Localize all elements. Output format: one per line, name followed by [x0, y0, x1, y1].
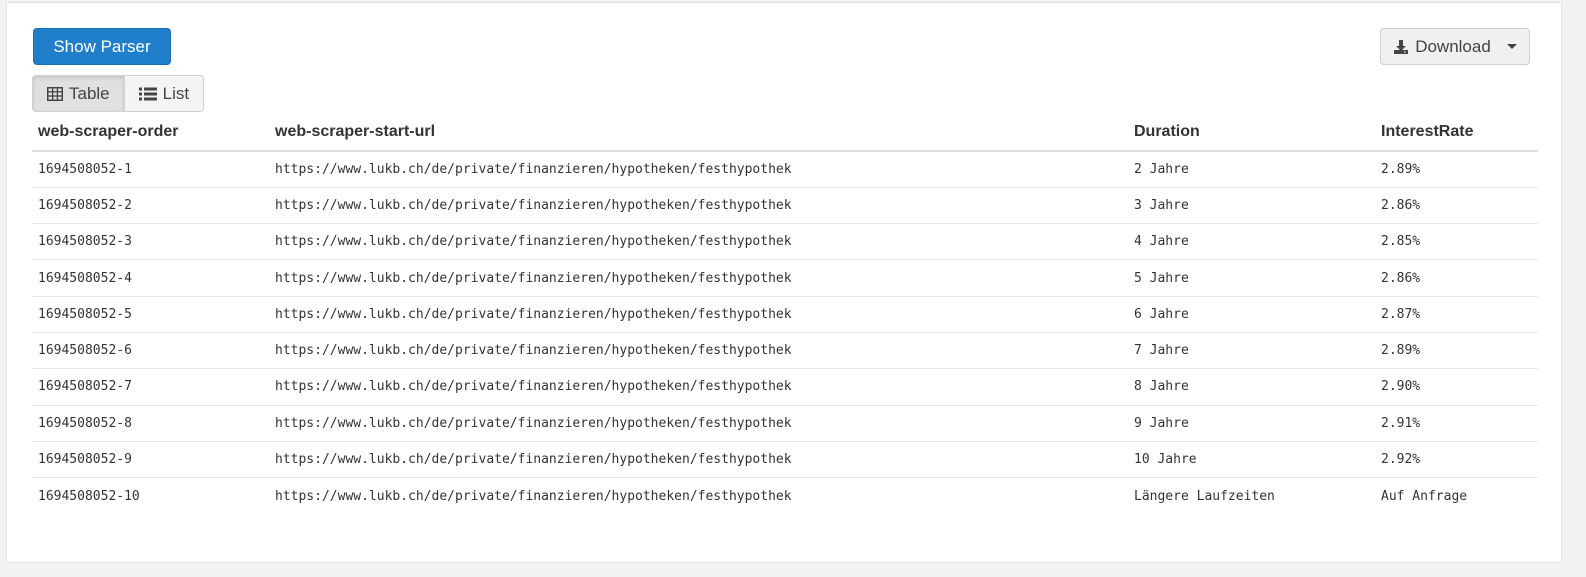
cell-duration: 4 Jahre	[1128, 223, 1375, 261]
table-row: 1694508052-9 https://www.lukb.ch/de/priv…	[32, 441, 1538, 479]
cell-interest-rate: 2.87%	[1375, 296, 1538, 333]
cell-duration: Längere Laufzeiten	[1134, 488, 1275, 504]
view-toggle-group: Table List	[32, 75, 205, 112]
table-row: 1694508052-3 https://www.lukb.ch/de/priv…	[32, 223, 1538, 261]
cell-start-url: https://www.lukb.ch/de/private/finanzier…	[269, 187, 1128, 225]
download-icon	[1393, 39, 1409, 55]
results-panel: Show Parser Download Table List web-scra…	[6, 2, 1562, 563]
cell-duration: 5 Jahre	[1128, 259, 1375, 297]
cell-order: 1694508052-3	[32, 223, 269, 261]
cell-start-url: https://www.lukb.ch/de/private/finanzier…	[269, 223, 1128, 261]
cell-duration: 10 Jahre	[1128, 441, 1375, 479]
cell-interest-rate: 2.86%	[1375, 259, 1538, 297]
cell-start-url: https://www.lukb.ch/de/private/finanzier…	[269, 296, 1128, 333]
cell-start-url: https://www.lukb.ch/de/private/finanzier…	[269, 405, 1128, 442]
cell-start-url: https://www.lukb.ch/de/private/finanzier…	[269, 151, 1128, 188]
cell-order: 1694508052-10	[38, 488, 140, 504]
cell-duration: 3 Jahre	[1128, 187, 1375, 225]
table-row: 1694508052-10 https://www.lukb.ch/de/pri…	[32, 478, 1538, 514]
column-header-start-url[interactable]: web-scraper-start-url	[269, 113, 1128, 152]
cell-order: 1694508052-4	[32, 259, 269, 297]
show-parser-button[interactable]: Show Parser	[33, 28, 171, 65]
cell-order: 1694508052-7	[32, 368, 269, 406]
cell-order: 1694508052-1	[32, 151, 269, 188]
cell-start-url: https://www.lukb.ch/de/private/finanzier…	[269, 368, 1128, 406]
table-icon	[47, 86, 63, 101]
cell-interest-rate: 2.90%	[1375, 368, 1538, 406]
cell-interest-rate: 2.92%	[1375, 441, 1538, 479]
download-button[interactable]: Download	[1380, 28, 1530, 65]
cell-order: 1694508052-2	[32, 187, 269, 225]
table-row: 1694508052-1 https://www.lukb.ch/de/priv…	[32, 151, 1538, 188]
cell-interest-rate: 2.89%	[1375, 151, 1538, 188]
cell-order: 1694508052-8	[32, 405, 269, 442]
cell-interest-rate: 2.89%	[1375, 332, 1538, 370]
table-row: 1694508052-6 https://www.lukb.ch/de/priv…	[32, 332, 1538, 370]
table-row: 1694508052-5 https://www.lukb.ch/de/priv…	[32, 296, 1538, 333]
table-row: 1694508052-4 https://www.lukb.ch/de/priv…	[32, 259, 1538, 297]
table-row: 1694508052-7 https://www.lukb.ch/de/priv…	[32, 368, 1538, 406]
list-view-label: List	[162, 83, 190, 103]
cell-interest-rate: 2.86%	[1375, 187, 1538, 225]
cell-start-url: https://www.lukb.ch/de/private/finanzier…	[269, 259, 1128, 297]
column-header-duration[interactable]: Duration	[1128, 113, 1375, 152]
cell-duration: 9 Jahre	[1128, 405, 1375, 442]
cell-interest-rate: Auf Anfrage	[1381, 488, 1468, 504]
cell-order: 1694508052-9	[32, 441, 269, 479]
table-header-row: web-scraper-order web-scraper-start-url …	[32, 113, 1538, 152]
data-table-container: web-scraper-order web-scraper-start-url …	[32, 113, 1538, 514]
caret-down-icon	[1506, 44, 1517, 49]
cell-interest-rate: 2.91%	[1375, 405, 1538, 442]
list-icon	[138, 87, 157, 101]
column-header-interest-rate[interactable]: InterestRate	[1375, 113, 1538, 152]
table-row: 1694508052-8 https://www.lukb.ch/de/priv…	[32, 405, 1538, 442]
table-row: 1694508052-2 https://www.lukb.ch/de/priv…	[32, 187, 1538, 225]
column-header-order[interactable]: web-scraper-order	[32, 113, 269, 152]
table-view-button[interactable]: Table	[32, 75, 125, 112]
cell-order: 1694508052-6	[32, 332, 269, 370]
cell-interest-rate: 2.85%	[1375, 223, 1538, 261]
table-view-label: Table	[69, 83, 110, 103]
cell-duration: 2 Jahre	[1128, 151, 1375, 188]
download-label: Download	[1415, 36, 1491, 56]
cell-order: 1694508052-5	[32, 296, 269, 333]
cell-duration: 6 Jahre	[1128, 296, 1375, 333]
cell-start-url: https://www.lukb.ch/de/private/finanzier…	[275, 488, 792, 504]
show-parser-label: Show Parser	[53, 36, 151, 56]
cell-start-url: https://www.lukb.ch/de/private/finanzier…	[269, 332, 1128, 370]
list-view-button[interactable]: List	[124, 75, 205, 112]
data-table: web-scraper-order web-scraper-start-url …	[32, 113, 1538, 514]
cell-duration: 7 Jahre	[1128, 332, 1375, 370]
cell-duration: 8 Jahre	[1128, 368, 1375, 406]
cell-start-url: https://www.lukb.ch/de/private/finanzier…	[269, 441, 1128, 479]
